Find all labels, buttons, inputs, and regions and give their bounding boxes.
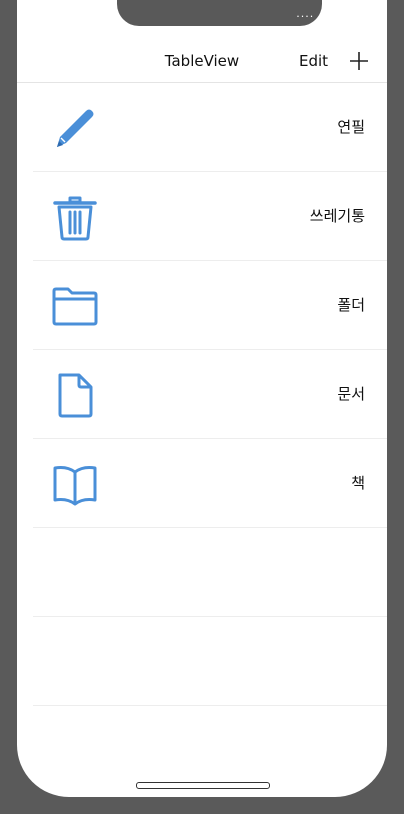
table-row[interactable]: 문서	[33, 350, 387, 439]
signal-wifi-icon: ···· ≋	[296, 10, 329, 23]
battery-icon	[345, 11, 367, 22]
trash-icon	[53, 196, 97, 241]
status-time: 4:02	[63, 10, 96, 25]
notch	[117, 0, 322, 26]
row-label: 폴더	[337, 296, 365, 314]
pencil-icon	[57, 109, 94, 147]
document-icon	[58, 373, 93, 418]
row-label: 쓰레기통	[309, 207, 365, 225]
home-indicator[interactable]	[136, 782, 270, 789]
row-label: 책	[351, 474, 365, 492]
empty-row	[33, 528, 387, 617]
device-frame: 4:02 ···· ≋ TableView Edit 연필 쓰레기통 폴더 문서…	[0, 0, 404, 814]
table-row[interactable]: 폴더	[33, 261, 387, 350]
table-view: 연필 쓰레기통 폴더 문서 책	[17, 83, 387, 706]
book-icon	[53, 466, 97, 506]
empty-row	[33, 617, 387, 706]
nav-title: TableView	[164, 52, 240, 70]
edit-button[interactable]: Edit	[299, 52, 328, 70]
table-row[interactable]: 책	[33, 439, 387, 528]
table-row[interactable]: 연필	[33, 83, 387, 172]
plus-icon[interactable]	[348, 50, 370, 72]
navigation-bar: TableView Edit	[17, 40, 387, 83]
row-label: 연필	[337, 118, 365, 136]
folder-icon	[52, 287, 98, 326]
row-label: 문서	[337, 385, 365, 403]
table-row[interactable]: 쓰레기통	[33, 172, 387, 261]
screen: 4:02 ···· ≋ TableView Edit 연필 쓰레기통 폴더 문서…	[17, 0, 387, 797]
